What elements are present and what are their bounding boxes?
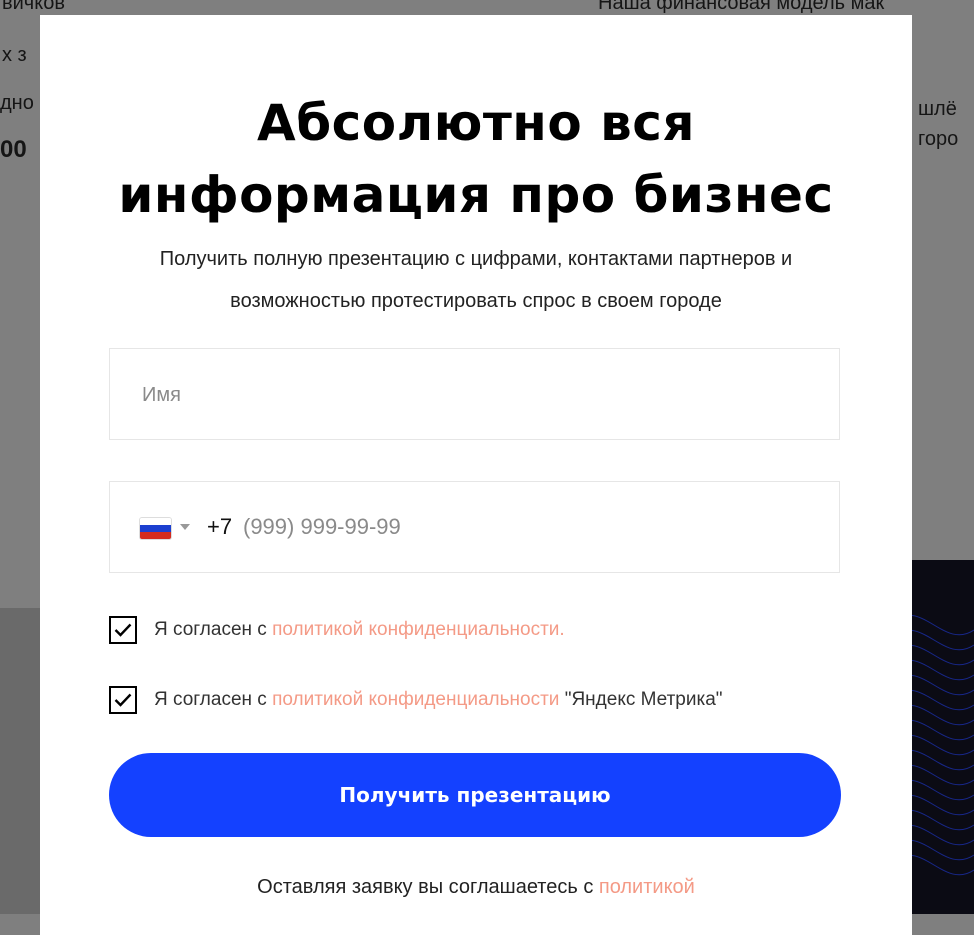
modal-title-line-1: Абсолютно вся: [257, 94, 695, 152]
russia-flag-icon[interactable]: [140, 518, 171, 539]
consent-privacy-prefix: Я согласен с: [154, 619, 273, 640]
chevron-down-icon[interactable]: [180, 524, 190, 530]
checkmark-icon: [114, 693, 132, 707]
name-field: [109, 348, 840, 441]
flag-stripe-red: [140, 532, 171, 539]
modal-subtitle: Получить полную презентацию с цифрами, к…: [100, 238, 852, 322]
bg-text-left-1: вичков: [2, 0, 65, 14]
bg-text-right-2: шлё: [918, 98, 957, 120]
name-input[interactable]: [140, 349, 804, 441]
consent-metrika-suffix: "Яндекс Метрика": [559, 689, 723, 710]
flag-stripe-white: [140, 518, 171, 525]
bg-text-left-3: дно: [0, 92, 34, 114]
consent-metrika-checkbox[interactable]: [109, 686, 137, 714]
bg-text-right-3: горо: [918, 128, 959, 150]
footer-agreement-text: Оставляя заявку вы соглашаетесь с: [257, 876, 599, 898]
consent-privacy-row: Я согласен с политикой конфиденциальност…: [109, 614, 565, 646]
phone-input[interactable]: (999) 999-99-99: [243, 482, 401, 572]
flag-stripe-blue: [140, 525, 171, 532]
privacy-policy-link[interactable]: политикой конфиденциальности.: [272, 619, 565, 641]
consent-privacy-checkbox[interactable]: [109, 616, 137, 644]
modal-title-line-2: информация про бизнес: [118, 166, 834, 224]
phone-field: +7 (999) 999-99-99: [109, 481, 840, 573]
modal-subtitle-line-1: Получить полную презентацию с цифрами, к…: [159, 248, 793, 270]
footer-agreement: Оставляя заявку вы соглашаетесь с полити…: [40, 872, 912, 902]
get-presentation-button[interactable]: Получить презентацию: [109, 753, 841, 837]
bg-text-left-4: 00: [0, 136, 27, 163]
consent-metrika-row: Я согласен с политикой конфиденциальност…: [109, 684, 723, 716]
consent-metrika-prefix: Я согласен с: [154, 689, 273, 710]
dial-code: +7: [207, 514, 233, 539]
modal-title: Абсолютно вся информация про бизнес: [40, 87, 912, 231]
bg-text-left-2: х з: [2, 44, 27, 66]
modal-subtitle-line-2: возможностью протестировать спрос в свое…: [230, 290, 722, 312]
presentation-request-modal: Абсолютно вся информация про бизнес Полу…: [40, 15, 912, 935]
footer-policy-link[interactable]: политикой: [599, 876, 695, 898]
checkmark-icon: [114, 623, 132, 637]
metrika-privacy-policy-link[interactable]: политикой конфиденциальности: [272, 689, 559, 711]
bg-text-right-1: Наша финансовая модель мак: [598, 0, 885, 14]
